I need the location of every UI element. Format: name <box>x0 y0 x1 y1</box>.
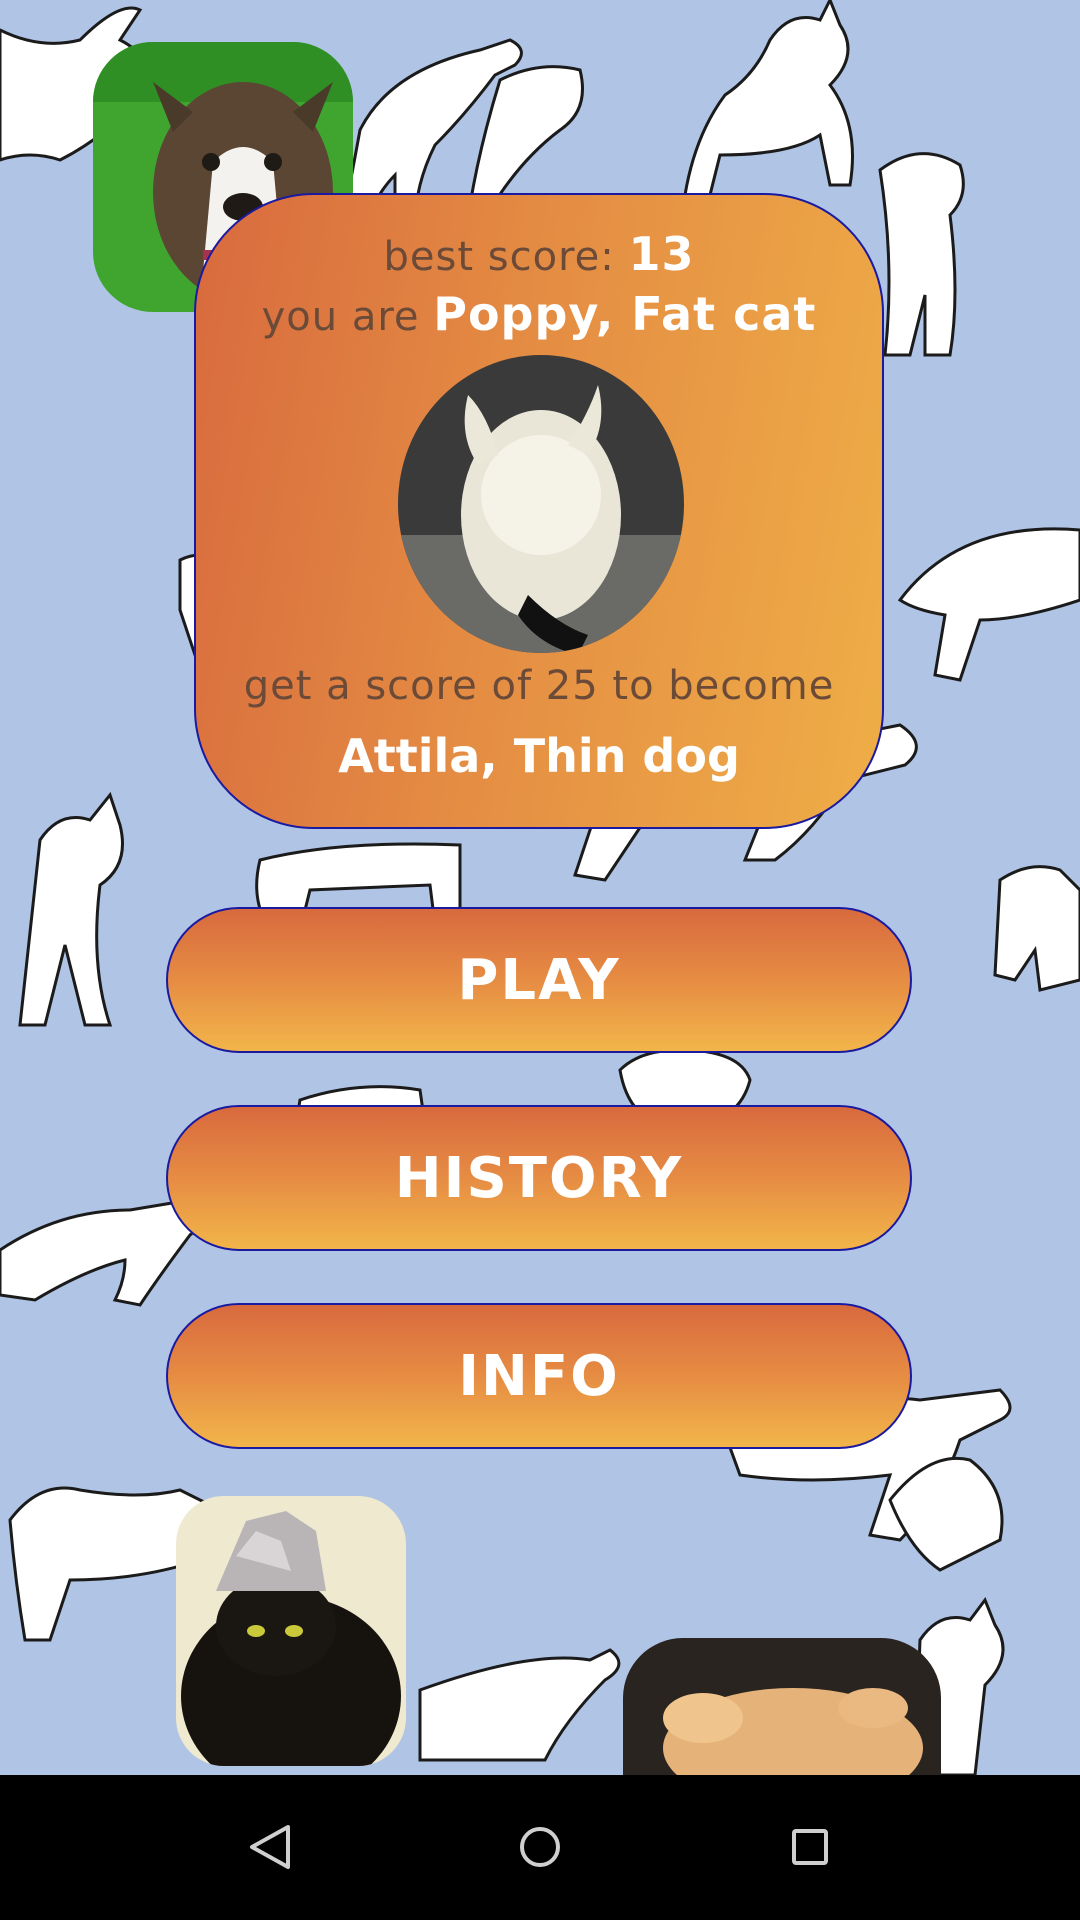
next-goal-text: get a score of 25 to become <box>243 663 835 709</box>
foil-hat-cat-photo <box>176 1496 406 1766</box>
you-are-label: you are <box>261 294 434 340</box>
best-score-value: 13 <box>628 227 695 281</box>
back-icon[interactable] <box>228 1805 312 1889</box>
next-rank-name: Attila, Thin dog <box>338 729 740 783</box>
orange-cat-photo <box>623 1638 941 1775</box>
info-button[interactable]: INFO <box>166 1303 912 1449</box>
home-icon[interactable] <box>498 1805 582 1889</box>
score-card: best score: 13 you are Poppy, Fat cat ge… <box>194 193 884 829</box>
best-score-line: best score: 13 <box>196 227 882 281</box>
history-button[interactable]: HISTORY <box>166 1105 912 1251</box>
current-rank-name: Poppy, Fat cat <box>433 287 817 341</box>
recents-icon[interactable] <box>768 1805 852 1889</box>
rank-avatar <box>398 355 684 653</box>
play-button[interactable]: PLAY <box>166 907 912 1053</box>
navigation-bar <box>0 1775 1080 1920</box>
current-rank-line: you are Poppy, Fat cat <box>196 287 882 341</box>
best-score-label: best score: <box>383 234 629 280</box>
